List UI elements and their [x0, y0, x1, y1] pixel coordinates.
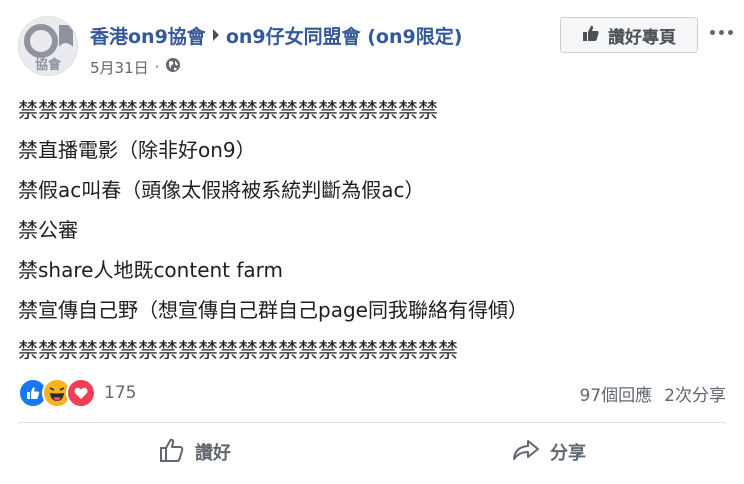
post-title: 香港on9協會 on9仔女同盟會 (on9限定) [90, 20, 462, 50]
post-line: 禁假ac叫春（頭像太假將被系統判斷為假ac） [18, 178, 425, 202]
post-line: 禁禁禁禁禁禁禁禁禁禁禁禁禁禁禁禁禁禁禁禁禁禁 [18, 338, 458, 362]
more-options-icon[interactable] [706, 20, 736, 44]
post-line: 禁公審 [18, 218, 78, 242]
reaction-count: 175 [104, 383, 137, 403]
post-content: 禁禁禁禁禁禁禁禁禁禁禁禁禁禁禁禁禁禁禁禁禁 禁直播電影（除非好on9） 禁假ac… [18, 90, 728, 370]
triangle-right-icon [212, 28, 220, 42]
post-actions: 讚好 分享 [18, 426, 726, 478]
avatar-text: 協會 [35, 57, 62, 73]
like-button-label: 讚好 [195, 443, 231, 464]
post-date[interactable]: 5月31日 [90, 57, 149, 78]
shares-count-link[interactable]: 2次分享 [664, 381, 726, 406]
like-page-label: 讚好專頁 [608, 27, 676, 48]
post-line: 禁直播電影（除非好on9） [18, 138, 256, 162]
meta-separator: · [154, 58, 160, 76]
like-button[interactable]: 讚好 [18, 426, 372, 478]
share-button-label: 分享 [550, 443, 586, 464]
post-meta: 5月31日 · [90, 56, 181, 78]
thumbs-up-icon [582, 24, 600, 47]
thumbs-up-outline-icon [159, 437, 185, 468]
share-button[interactable]: 分享 [372, 426, 726, 478]
post-line: 禁禁禁禁禁禁禁禁禁禁禁禁禁禁禁禁禁禁禁禁禁 [18, 98, 438, 122]
group-name-link[interactable]: on9仔女同盟會 (on9限定) [226, 22, 463, 49]
share-arrow-icon [512, 438, 540, 467]
divider [18, 422, 726, 423]
post-line: 禁宣傳自己野（想宣傳自己群自己page同我聯絡有得傾） [18, 298, 528, 322]
facebook-post: 協會 香港on9協會 on9仔女同盟會 (on9限定) 5月31日 · 讚好專頁… [0, 0, 744, 484]
page-name-link[interactable]: 香港on9協會 [90, 22, 206, 49]
comments-count-link[interactable]: 97個回應 [580, 381, 653, 406]
reactions-summary[interactable]: 175 [18, 378, 136, 408]
like-page-button[interactable]: 讚好專頁 [560, 17, 698, 53]
post-line: 禁share人地既content farm [18, 258, 284, 282]
globe-icon[interactable] [165, 57, 181, 77]
love-icon [66, 378, 96, 408]
page-avatar[interactable]: 協會 [18, 16, 78, 76]
post-stats: 97個回應 2次分享 [580, 378, 726, 408]
